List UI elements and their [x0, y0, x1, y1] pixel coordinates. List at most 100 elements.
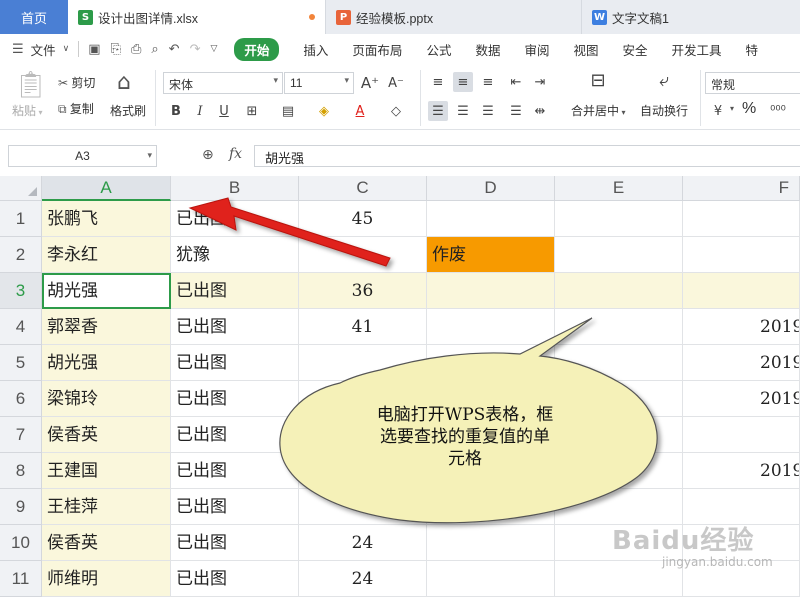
menu-developer-tools[interactable]: 开发工具 — [660, 40, 734, 59]
cell-e4[interactable] — [555, 309, 683, 345]
menu-more[interactable]: 特 — [734, 40, 771, 59]
tab-xlsx-document[interactable]: S 设计出图详情.xlsx — [68, 0, 326, 34]
cell-f6[interactable]: 2019 — [683, 381, 800, 417]
tab-writer-document[interactable]: W 文字文稿1 — [582, 0, 800, 34]
merge-cells-icon[interactable]: ⊟ — [588, 70, 608, 91]
increase-font-size-icon[interactable]: A⁺ — [360, 73, 380, 93]
cell-e1[interactable] — [555, 201, 683, 237]
cell-b11[interactable]: 已出图 — [171, 561, 299, 597]
cell-f1[interactable] — [683, 201, 800, 237]
cell-b8[interactable]: 已出图 — [171, 453, 299, 489]
select-all-corner[interactable] — [0, 176, 42, 201]
clear-format-icon[interactable]: ◇ — [386, 101, 406, 121]
tab-pptx-document[interactable]: P 经验模板.pptx — [326, 0, 582, 34]
align-left-icon[interactable]: ☰ — [428, 101, 448, 121]
file-menu[interactable]: 文件 — [29, 40, 58, 59]
menu-data[interactable]: 数据 — [463, 40, 512, 59]
decrease-font-size-icon[interactable]: A⁻ — [386, 73, 406, 93]
cell-c9[interactable] — [299, 489, 427, 525]
row-header[interactable]: 7 — [0, 417, 42, 453]
column-header-e[interactable]: E — [555, 176, 683, 201]
cell-c4[interactable]: 41 — [299, 309, 427, 345]
cut-button[interactable]: ✂ 剪切 — [58, 74, 95, 91]
cell-a2[interactable]: 李永红 — [42, 237, 171, 273]
cell-d9[interactable] — [427, 489, 555, 525]
cell-a9[interactable]: 王桂萍 — [42, 489, 171, 525]
cell-a7[interactable]: 侯香英 — [42, 417, 171, 453]
align-center-icon[interactable]: ☰ — [453, 101, 473, 121]
home-tab[interactable]: 首页 — [0, 0, 68, 34]
wrap-text-icon[interactable]: ⤶ — [654, 70, 674, 91]
merge-center-button[interactable]: 合并居中 ▾ — [571, 102, 626, 119]
cell-b9[interactable]: 已出图 — [171, 489, 299, 525]
cell-c11[interactable]: 24 — [299, 561, 427, 597]
cell-a1[interactable]: 张鹏飞 — [42, 201, 171, 237]
cell-a8[interactable]: 王建国 — [42, 453, 171, 489]
align-right-icon[interactable]: ☰ — [478, 101, 498, 121]
cell-b4[interactable]: 已出图 — [171, 309, 299, 345]
menu-view[interactable]: 视图 — [561, 40, 610, 59]
cell-f3[interactable] — [683, 273, 800, 309]
row-header[interactable]: 10 — [0, 525, 42, 561]
print-preview-icon[interactable]: ⌕ — [146, 42, 163, 57]
insert-function-button[interactable]: fx — [229, 146, 242, 162]
cell-a10[interactable]: 侯香英 — [42, 525, 171, 561]
row-header[interactable]: 1 — [0, 201, 42, 237]
cell-b2[interactable]: 犹豫 — [171, 237, 299, 273]
cell-d11[interactable] — [427, 561, 555, 597]
cell-c1[interactable]: 45 — [299, 201, 427, 237]
cell-e2[interactable] — [555, 237, 683, 273]
cell-d5[interactable] — [427, 345, 555, 381]
cell-b10[interactable]: 已出图 — [171, 525, 299, 561]
bold-icon[interactable]: B — [166, 101, 186, 121]
column-header-d[interactable]: D — [427, 176, 555, 201]
cell-a5[interactable]: 胡光强 — [42, 345, 171, 381]
cell-f4[interactable]: 2019 — [683, 309, 800, 345]
menu-start[interactable]: 开始 — [234, 37, 280, 61]
wrap-text-button[interactable]: 自动换行 — [640, 102, 688, 119]
cell-a4[interactable]: 郭翠香 — [42, 309, 171, 345]
undo-icon[interactable]: ↶ — [164, 42, 185, 57]
row-header[interactable]: 8 — [0, 453, 42, 489]
cell-c10[interactable]: 24 — [299, 525, 427, 561]
cell-fill-icon[interactable]: ▤ — [278, 101, 298, 121]
customize-quick-access-icon[interactable]: ▽ — [205, 44, 222, 54]
cell-d10[interactable] — [427, 525, 555, 561]
menu-formulas[interactable]: 公式 — [414, 40, 463, 59]
font-size-select[interactable]: 11 ▾ — [284, 72, 354, 94]
cell-d3[interactable] — [427, 273, 555, 309]
zoom-search-icon[interactable]: ⊕ — [202, 147, 214, 163]
menu-page-layout[interactable]: 页面布局 — [340, 40, 414, 59]
justify-icon[interactable]: ☰ — [506, 101, 526, 121]
menu-security[interactable]: 安全 — [611, 40, 660, 59]
row-header[interactable]: 2 — [0, 237, 42, 273]
paste-button[interactable]: 粘贴 ▾ — [12, 102, 43, 119]
increase-indent-icon[interactable]: ⇥ — [530, 72, 550, 92]
chevron-down-icon[interactable]: ∨ — [58, 44, 75, 54]
paste-icon[interactable]: 📋︎ — [14, 70, 47, 100]
align-top-icon[interactable]: ≡ — [428, 72, 448, 92]
cell-b5[interactable]: 已出图 — [171, 345, 299, 381]
cell-b6[interactable]: 已出图 — [171, 381, 299, 417]
italic-icon[interactable]: I — [190, 101, 210, 121]
percent-button[interactable]: % — [742, 100, 756, 118]
cell-b3[interactable]: 已出图 — [171, 273, 299, 309]
cell-b1[interactable]: 已出图 — [171, 201, 299, 237]
hamburger-icon[interactable]: ☰ — [0, 42, 29, 57]
align-middle-icon[interactable]: ≡ — [453, 72, 473, 92]
column-header-a[interactable]: A — [42, 176, 171, 201]
cell-c5[interactable] — [299, 345, 427, 381]
cell-d4[interactable] — [427, 309, 555, 345]
cell-f7[interactable] — [683, 417, 800, 453]
row-header[interactable]: 5 — [0, 345, 42, 381]
fill-color-icon[interactable]: ◈ — [314, 101, 334, 121]
menu-insert[interactable]: 插入 — [291, 40, 340, 59]
cell-a6[interactable]: 梁锦玲 — [42, 381, 171, 417]
format-painter-button[interactable]: 格式刷 — [110, 102, 146, 119]
cell-a11[interactable]: 师维明 — [42, 561, 171, 597]
formula-input[interactable]: 胡光强 — [254, 145, 800, 167]
export-icon[interactable]: ⎘ — [106, 42, 126, 57]
distributed-align-icon[interactable]: ⇹ — [530, 101, 550, 121]
cell-f5[interactable]: 2019 — [683, 345, 800, 381]
comma-style-icon[interactable]: ⁰⁰⁰ — [768, 101, 788, 121]
